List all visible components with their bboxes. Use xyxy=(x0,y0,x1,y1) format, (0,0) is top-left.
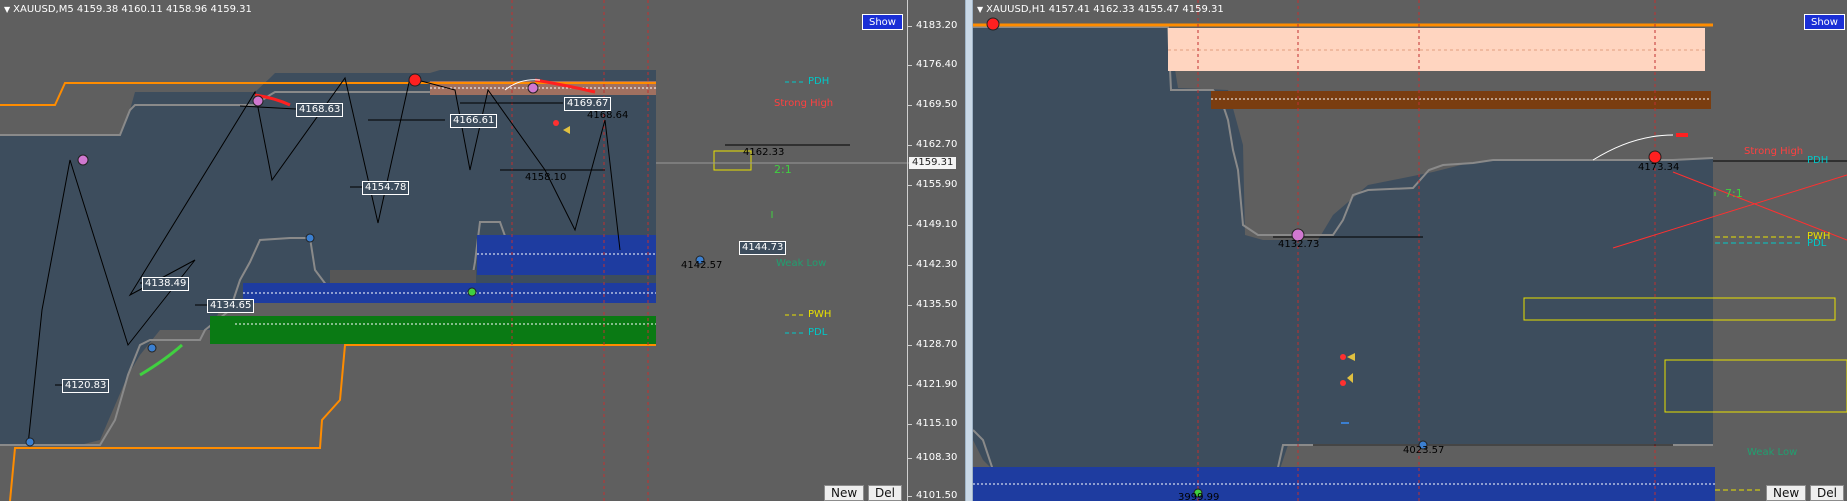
price-label: 4158.10 xyxy=(525,172,567,183)
right-del-button[interactable]: Del xyxy=(1810,485,1844,501)
bullish-curve xyxy=(139,343,183,377)
swing-label: 4154.78 xyxy=(362,181,410,195)
axis-tick: 4155.90 xyxy=(907,179,958,190)
swing-marker-blue-2 xyxy=(147,343,157,353)
swing-marker-pink-2 xyxy=(252,95,264,107)
axis-tick: 4176.40 xyxy=(907,59,958,70)
weak-low-label: Weak Low xyxy=(1747,447,1798,458)
axis-tick: 4142.30 xyxy=(907,259,958,270)
red-dot-marker-1 xyxy=(1340,354,1346,360)
swing-marker-pink-3 xyxy=(527,82,539,94)
pdl-label: PDL xyxy=(1807,238,1827,249)
swing-label: 4168.63 xyxy=(296,103,344,117)
swing-marker-red-1 xyxy=(986,17,1000,31)
price-label: 4173.34 xyxy=(1638,162,1680,173)
strong-high-label: Strong High xyxy=(1744,146,1804,157)
swing-label: 4169.67 xyxy=(564,97,612,111)
red-dot-marker-2 xyxy=(1340,380,1346,386)
axis-tick: 4101.50 xyxy=(907,490,958,501)
price-label: 4132.73 xyxy=(1278,239,1320,250)
pwh-label: PWH xyxy=(808,309,832,320)
swing-marker-red xyxy=(408,73,422,87)
axis-tick: 4169.50 xyxy=(907,99,958,110)
red-dot-marker xyxy=(553,120,559,126)
price-label: 4023.57 xyxy=(1403,445,1445,456)
price-label: 3999.99 xyxy=(1178,492,1220,501)
axis-tick: 4135.50 xyxy=(907,299,958,310)
right-show-button[interactable]: Show xyxy=(1804,14,1845,30)
left-chart-panel[interactable]: ▼ XAUUSD,M5 4159.38 4160.11 4158.96 4159.… xyxy=(0,0,965,501)
pdh-label: PDH xyxy=(1807,155,1829,166)
left-show-button[interactable]: Show xyxy=(862,14,903,30)
left-del-button[interactable]: Del xyxy=(868,485,902,501)
axis-tick: 4121.90 xyxy=(907,379,958,390)
left-price-axis[interactable]: 4183.20 4176.40 4169.50 4162.70 4155.90 … xyxy=(907,0,965,501)
right-chart-title: ▼ XAUUSD,H1 4157.41 4162.33 4155.47 4159.… xyxy=(977,4,1224,15)
right-chart-title-text: XAUUSD,H1 4157.41 4162.33 4155.47 4159.3… xyxy=(986,4,1224,15)
panel-splitter[interactable] xyxy=(965,0,973,501)
left-new-button[interactable]: New xyxy=(824,485,865,501)
green-zone xyxy=(210,316,656,344)
right-new-button[interactable]: New xyxy=(1766,485,1807,501)
swing-label: 4134.65 xyxy=(207,299,255,313)
swing-marker-blue-3 xyxy=(305,233,315,243)
current-price-tag: 4159.31 xyxy=(909,157,957,169)
axis-tick: 4128.70 xyxy=(907,339,958,350)
swing-marker-green xyxy=(467,287,477,297)
axis-tick: 4108.30 xyxy=(907,452,958,463)
left-chart-title-text: XAUUSD,M5 4159.38 4160.11 4158.96 4159.3… xyxy=(13,4,252,15)
axis-tick: 4162.70 xyxy=(907,139,958,150)
swing-marker-pink-1 xyxy=(77,154,89,166)
blue-zone-upper xyxy=(477,235,656,275)
axis-tick: 4183.20 xyxy=(907,20,958,31)
price-label: 4142.57 xyxy=(681,260,723,271)
collapse-triangle-icon[interactable]: ▼ xyxy=(4,5,10,14)
swing-marker-blue-1 xyxy=(25,437,35,447)
strong-high-label: Strong High xyxy=(774,98,834,109)
weak-low-label: Weak Low xyxy=(776,258,827,269)
swing-label: 4138.49 xyxy=(142,277,190,291)
axis-tick: 4149.10 xyxy=(907,219,958,230)
left-chart-title: ▼ XAUUSD,M5 4159.38 4160.11 4158.96 4159.… xyxy=(4,4,252,15)
collapse-triangle-icon[interactable]: ▼ xyxy=(977,5,983,14)
swing-label: 4120.83 xyxy=(62,379,110,393)
right-chart-panel[interactable]: ▼ XAUUSD,H1 4157.41 4162.33 4155.47 4159.… xyxy=(973,0,1847,501)
risk-reward-label: 7:1 xyxy=(1725,187,1743,200)
pdl-label: PDL xyxy=(808,327,828,338)
risk-reward-label: 2:1 xyxy=(774,163,792,176)
right-chart-canvas[interactable] xyxy=(973,0,1847,501)
brown-zone xyxy=(1211,91,1711,109)
axis-tick: 4115.10 xyxy=(907,418,958,429)
price-label: 4162.33 xyxy=(743,147,785,158)
swing-label: 4144.73 xyxy=(739,241,787,255)
pdh-label: PDH xyxy=(808,76,830,87)
swing-label: 4166.61 xyxy=(450,114,498,128)
blue-zone xyxy=(973,467,1715,501)
price-label: 4168.64 xyxy=(587,110,629,121)
